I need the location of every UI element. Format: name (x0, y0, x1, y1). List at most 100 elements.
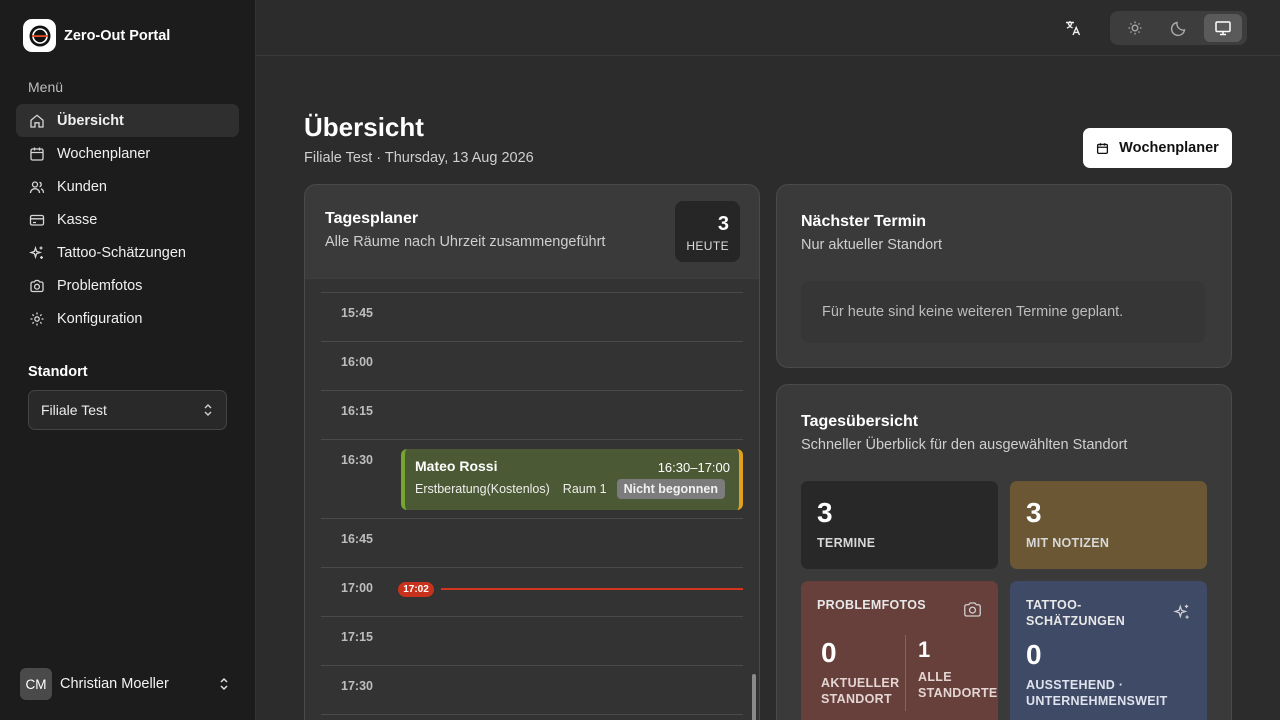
empty-state: Für heute sind keine weiteren Termine ge… (801, 281, 1205, 343)
avatar: CM (20, 668, 52, 700)
logo (23, 19, 56, 52)
sidebar-nav: Übersicht Wochenplaner Kunden Kasse Tatt… (16, 104, 239, 335)
calendar-icon (30, 147, 44, 161)
next-appointment-title: Nächster Termin (801, 213, 927, 230)
appointment-room: Raum 1 (562, 482, 607, 496)
stat-value: 3 (817, 497, 833, 528)
stat-mit-notizen[interactable]: 3 MIT NOTIZEN (1010, 481, 1207, 569)
appointment-card[interactable]: Mateo Rossi 16:30–17:00 Erstberatung(Kos… (401, 449, 743, 510)
stat-label: PROBLEMFOTOS (817, 598, 926, 612)
stat-tattoo-schaetzungen[interactable]: TATTOO- SCHÄTZUNGEN 0 AUSSTEHEND · UNTERNE… (1010, 581, 1207, 720)
translate-icon[interactable] (1064, 19, 1082, 37)
location-select[interactable]: Filiale Test (28, 390, 227, 430)
daily-overview-title: Tagesübersicht (801, 413, 919, 430)
stat-problemfotos[interactable]: PROBLEMFOTOS 0 AKTUELLER STANDORT 1 ALLE S… (801, 581, 998, 720)
sidebar-item-label: Tattoo-Schätzungen (57, 244, 186, 261)
appointment-time: 16:30–17:00 (657, 460, 730, 475)
sidebar-item-label: Konfiguration (57, 310, 143, 327)
sidebar-item-uebersicht[interactable]: Übersicht (16, 104, 239, 137)
tagesplaner-title: Tagesplaner (325, 210, 419, 227)
monitor-icon (1215, 21, 1231, 36)
timeline-divider (321, 616, 743, 617)
users-icon (29, 180, 45, 193)
current-time-badge: 17:02 (398, 582, 434, 597)
theme-light-button[interactable] (1116, 14, 1154, 42)
daily-overview-subtitle: Schneller Überblick für den ausgewählten… (801, 437, 1128, 453)
stat-label: AKTUELLER STANDORT (821, 676, 900, 706)
wochenplaner-button-label: Wochenplaner (1119, 140, 1219, 156)
brand[interactable]: Zero-Out Portal (23, 19, 170, 52)
chevrons-up-down-icon (204, 404, 212, 416)
tagesplaner-subtitle: Alle Räume nach Uhrzeit zusammengeführt (325, 234, 606, 250)
camera-icon (30, 279, 44, 292)
stat-current-location: 0 AKTUELLER STANDORT (821, 637, 899, 707)
slot-time: 16:00 (341, 355, 373, 369)
timeline-divider (321, 567, 743, 568)
timeline-divider (321, 439, 743, 440)
slot-time: 17:15 (341, 630, 373, 644)
timeline[interactable]: 15:45 16:00 16:15 16:30 16:45 17:00 17:1… (305, 278, 759, 720)
app-name: Zero-Out Portal (64, 27, 171, 44)
slot-time: 17:30 (341, 679, 373, 693)
sidebar-item-label: Kunden (57, 178, 107, 195)
sidebar-item-wochenplaner[interactable]: Wochenplaner (16, 137, 239, 170)
daily-overview-card: Tagesübersicht Schneller Überblick für d… (776, 384, 1232, 720)
stat-termine[interactable]: 3 TERMINE (801, 481, 998, 569)
moon-icon (1170, 21, 1186, 37)
timeline-divider (321, 292, 743, 293)
divider (905, 635, 906, 711)
wochenplaner-button[interactable]: Wochenplaner (1083, 128, 1232, 168)
page-title: Übersicht (304, 112, 424, 142)
next-appointment-card: Nächster Termin Nur aktueller Standort F… (776, 184, 1232, 368)
status-badge: Nicht begonnen (616, 479, 726, 499)
sidebar-item-label: Übersicht (57, 112, 124, 129)
sidebar-item-label: Wochenplaner (57, 145, 151, 162)
timeline-divider (321, 341, 743, 342)
sidebar-item-konfiguration[interactable]: Konfiguration (16, 302, 239, 335)
stat-label: TERMINE (817, 536, 876, 550)
stat-value: 0 (1026, 639, 1042, 670)
sun-icon (1128, 21, 1142, 35)
sidebar-item-kunden[interactable]: Kunden (16, 170, 239, 203)
slot-time: 16:30 (341, 453, 373, 467)
sparkles-icon (29, 245, 43, 259)
stat-value: 1 (918, 637, 931, 662)
tagesplaner-card: Tagesplaner Alle Räume nach Uhrzeit zusa… (304, 184, 760, 720)
user-name: Christian Moeller (60, 676, 169, 692)
camera-icon (964, 602, 981, 617)
stat-value: 0 (821, 637, 837, 668)
today-count: 3 (717, 213, 729, 235)
current-time-line (441, 588, 743, 590)
slot-time: 16:45 (341, 532, 373, 546)
theme-switcher (1110, 11, 1247, 45)
theme-system-button[interactable] (1204, 14, 1242, 42)
sidebar: Zero-Out Portal Menü Übersicht Wochenpla… (0, 0, 256, 720)
next-appointment-subtitle: Nur aktueller Standort (801, 237, 943, 253)
today-count-badge: 3 HEUTE (675, 201, 740, 262)
theme-dark-button[interactable] (1160, 14, 1198, 42)
stat-value: 3 (1026, 497, 1042, 528)
sidebar-item-tattoo-schaetzungen[interactable]: Tattoo-Schätzungen (16, 236, 239, 269)
topbar (256, 0, 1280, 56)
appointment-service: Erstberatung(Kostenlos) (415, 482, 550, 496)
home-icon (30, 113, 44, 128)
user-menu[interactable]: CM Christian Moeller (20, 668, 230, 700)
sparkles-icon (1173, 604, 1189, 619)
credit-card-icon (29, 214, 45, 226)
sidebar-item-problemfotos[interactable]: Problemfotos (16, 269, 239, 302)
calendar-icon (1097, 142, 1109, 154)
menu-label: Menü (28, 79, 64, 95)
gear-icon (30, 312, 44, 325)
slot-time: 17:00 (341, 581, 373, 595)
sidebar-item-kasse[interactable]: Kasse (16, 203, 239, 236)
stat-label: ALLE STANDORTE (918, 670, 998, 700)
location-value: Filiale Test (41, 402, 107, 418)
today-count-label: HEUTE (686, 239, 729, 253)
slot-time: 15:45 (341, 306, 373, 320)
stat-all-locations: 1 ALLE STANDORTE (918, 637, 998, 701)
slot-time: 16:15 (341, 404, 373, 418)
timeline-divider (321, 665, 743, 666)
scrollbar[interactable] (752, 674, 756, 720)
chevrons-up-down-icon (220, 677, 228, 691)
page-subtitle: Filiale Test · Thursday, 13 Aug 2026 (304, 150, 534, 166)
